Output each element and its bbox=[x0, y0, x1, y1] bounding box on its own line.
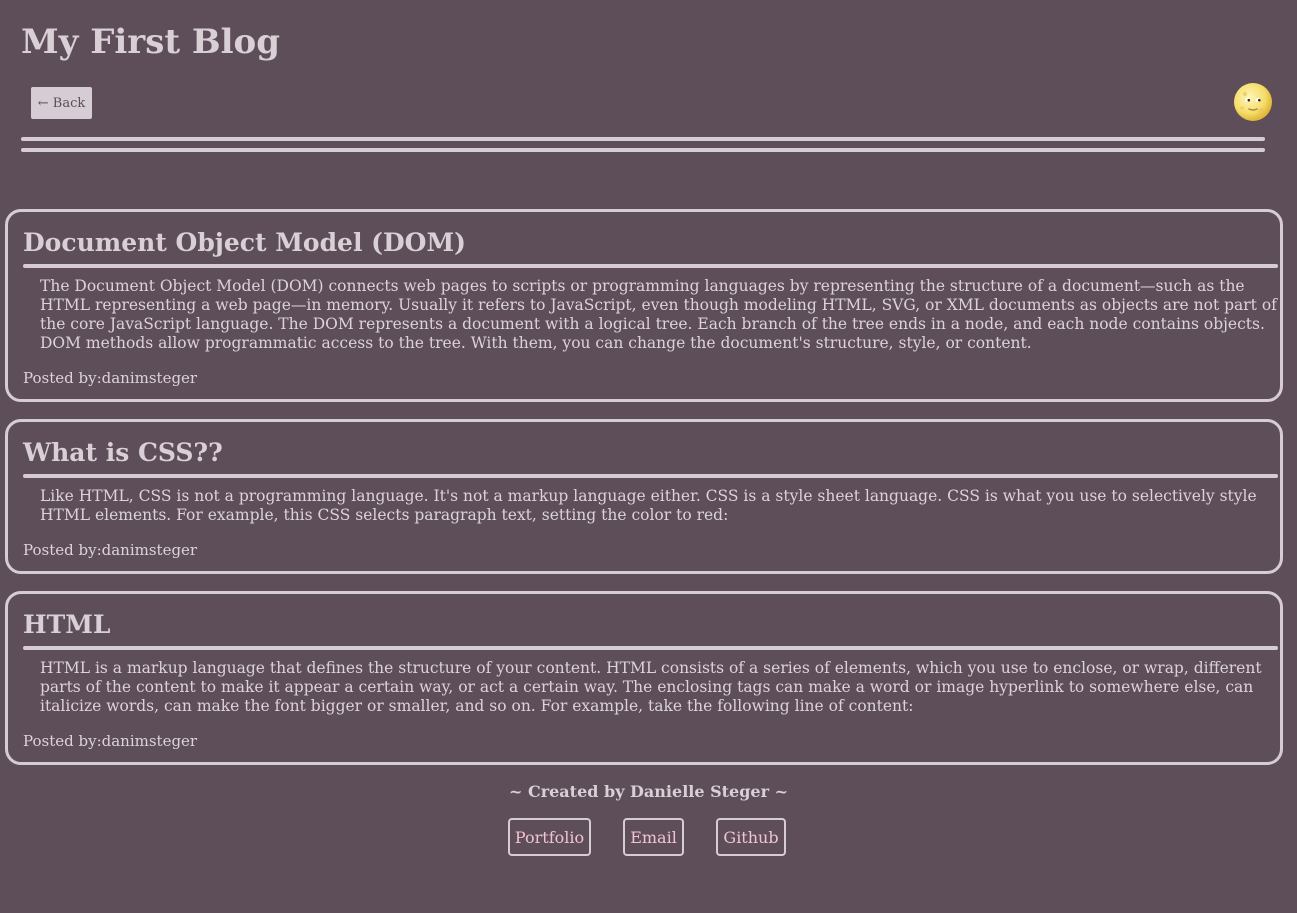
site-title: My First Blog bbox=[21, 22, 280, 62]
post-card: HTML HTML is a markup language that defi… bbox=[5, 591, 1283, 765]
post-author: Posted by:danimsteger bbox=[23, 541, 198, 559]
post-card: What is CSS?? Like HTML, CSS is not a pr… bbox=[5, 419, 1283, 574]
post-body: HTML is a markup language that defines t… bbox=[40, 659, 1262, 715]
post-title-rule bbox=[23, 474, 1278, 478]
post-title-rule bbox=[23, 264, 1278, 268]
header-divider-top bbox=[21, 137, 1265, 141]
post-author: Posted by:danimsteger bbox=[23, 369, 198, 387]
post-card: Document Object Model (DOM) The Document… bbox=[5, 209, 1283, 402]
footer-credit: ~ Created by Danielle Steger ~ bbox=[508, 782, 788, 801]
moon-icon bbox=[1234, 83, 1272, 121]
post-title-rule bbox=[23, 646, 1278, 650]
header-divider-bottom bbox=[21, 148, 1265, 152]
post-title: HTML bbox=[23, 610, 111, 639]
post-title: What is CSS?? bbox=[23, 438, 223, 467]
footer-link-portfolio[interactable]: Portfolio bbox=[508, 818, 591, 856]
theme-toggle-button[interactable] bbox=[1233, 82, 1273, 122]
post-author: Posted by:danimsteger bbox=[23, 732, 198, 750]
footer-link-email[interactable]: Email bbox=[623, 818, 684, 856]
post-title: Document Object Model (DOM) bbox=[23, 228, 466, 257]
post-body: Like HTML, CSS is not a programming lang… bbox=[40, 487, 1257, 524]
post-body: The Document Object Model (DOM) connects… bbox=[40, 277, 1277, 352]
back-button[interactable]: ← Back bbox=[31, 87, 92, 119]
footer-link-github[interactable]: Github bbox=[716, 818, 786, 856]
